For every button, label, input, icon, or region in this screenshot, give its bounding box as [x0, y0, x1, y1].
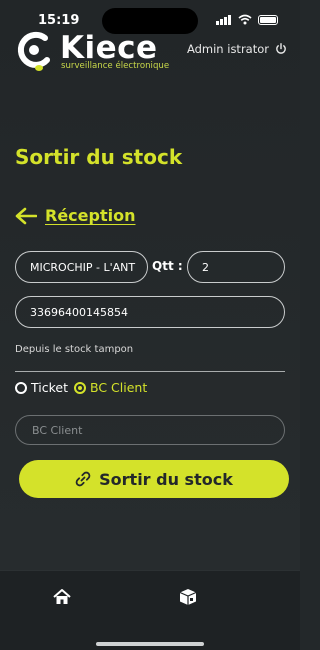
radio-ticket-circle[interactable] — [15, 381, 27, 394]
signal-icon — [216, 14, 231, 25]
bottom-nav — [0, 570, 300, 650]
page-title: Sortir du stock — [15, 145, 183, 169]
exit-stock-button[interactable]: Sortir du stock — [19, 460, 289, 498]
box-icon[interactable] — [178, 587, 198, 607]
user-name: Admin istrator — [186, 42, 269, 56]
back-link-label[interactable]: Réception — [45, 206, 135, 225]
app-screen: 15:19 Kiece surveillance électronique Ad… — [0, 0, 300, 650]
user-menu[interactable]: Admin istrator — [187, 42, 287, 56]
battery-icon — [258, 14, 278, 25]
document-type-radio-group: Ticket BC Client — [15, 380, 147, 395]
home-indicator — [96, 642, 204, 646]
back-link[interactable]: Réception — [15, 206, 135, 225]
link-icon — [75, 471, 91, 487]
quantity-label: Qtt : — [152, 259, 183, 273]
brand-name: Kiece — [60, 30, 158, 66]
status-bar: 15:19 — [0, 0, 300, 34]
arrow-left-icon[interactable] — [15, 207, 37, 225]
radio-ticket-label: Ticket — [31, 380, 68, 395]
bc-client-input[interactable] — [15, 415, 285, 445]
radio-bc-client-label: BC Client — [89, 380, 148, 395]
exit-stock-button-label: Sortir du stock — [99, 469, 233, 489]
product-field[interactable]: MICROCHIP - L'ANT — [15, 251, 148, 283]
radio-ticket[interactable]: Ticket — [15, 380, 68, 395]
stock-source-label: Depuis le stock tampon — [15, 344, 134, 355]
radio-bc-client-circle[interactable] — [73, 381, 86, 394]
status-time: 15:19 — [38, 13, 80, 28]
brand-tagline: surveillance électronique — [61, 61, 170, 71]
barcode-field[interactable]: 33696400145854 — [15, 296, 285, 328]
kiece-logo: Kiece surveillance électronique — [15, 30, 175, 74]
status-icons — [216, 14, 278, 25]
power-icon[interactable] — [275, 43, 287, 55]
quantity-field[interactable]: 2 — [187, 251, 285, 283]
logo-mark-icon — [17, 31, 50, 71]
radio-bc-client[interactable]: BC Client — [73, 380, 148, 395]
wifi-icon — [238, 14, 252, 25]
home-icon[interactable] — [52, 587, 72, 607]
divider — [15, 371, 285, 372]
